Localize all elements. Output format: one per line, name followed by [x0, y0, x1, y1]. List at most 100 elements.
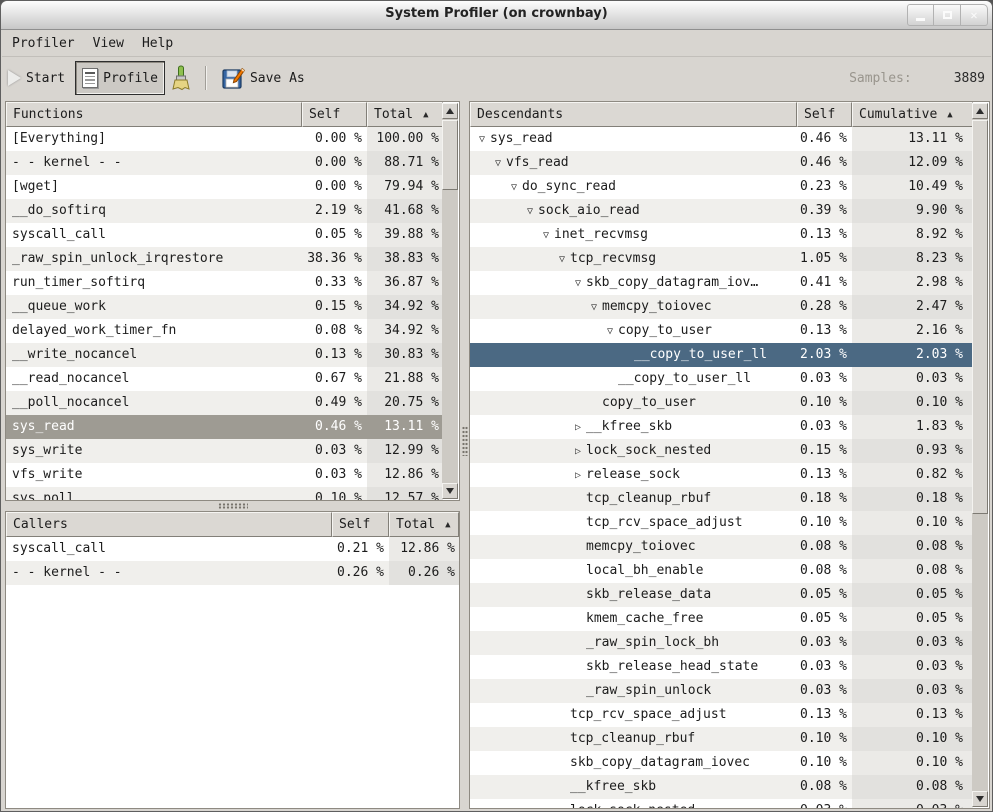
callers-column-header[interactable]: Callers [6, 512, 332, 537]
horizontal-pane-splitter[interactable] [460, 101, 469, 809]
table-row[interactable]: __poll_nocancel0.49 %20.75 % [6, 391, 443, 415]
tree-row[interactable]: __kfree_skb0.08 %0.08 % [470, 775, 973, 799]
tree-row[interactable]: memcpy_toiovec0.08 %0.08 % [470, 535, 973, 559]
table-row[interactable]: - - kernel - -0.00 %88.71 % [6, 151, 443, 175]
expander-open-icon[interactable]: ▽ [602, 320, 618, 343]
expander-closed-icon[interactable]: ▷ [570, 464, 586, 487]
table-row[interactable]: __write_nocancel0.13 %30.83 % [6, 343, 443, 367]
tree-row[interactable]: ▽memcpy_toiovec0.28 %2.47 % [470, 295, 973, 319]
tree-row[interactable]: skb_copy_datagram_iovec0.10 %0.10 % [470, 751, 973, 775]
cumulative-cell: 0.08 % [852, 535, 973, 559]
self-cell: 0.03 % [797, 799, 852, 808]
document-icon [82, 68, 98, 88]
expander-open-icon[interactable]: ▽ [490, 152, 506, 175]
menu-help[interactable]: Help [133, 33, 182, 54]
tree-row[interactable]: tcp_cleanup_rbuf0.10 %0.10 % [470, 727, 973, 751]
tree-row[interactable]: ▷release_sock0.13 %0.82 % [470, 463, 973, 487]
table-row[interactable]: syscall_call0.21 %12.86 % [6, 537, 459, 561]
descendants-column-header[interactable]: Descendants [470, 102, 797, 127]
tree-row[interactable]: ▽inet_recvmsg0.13 %8.92 % [470, 223, 973, 247]
expander-open-icon[interactable]: ▽ [506, 176, 522, 199]
table-row[interactable]: [Everything]0.00 %100.00 % [6, 127, 443, 151]
name-cell: _raw_spin_lock_bh [470, 631, 797, 655]
expander-open-icon[interactable]: ▽ [474, 128, 490, 151]
self-column-header[interactable]: Self [332, 512, 389, 537]
expander-closed-icon[interactable]: ▷ [570, 416, 586, 439]
start-button[interactable]: Start [2, 61, 71, 95]
functions-scrollbar[interactable] [442, 103, 458, 499]
table-row[interactable]: _raw_spin_unlock_irqrestore38.36 %38.83 … [6, 247, 443, 271]
tree-row[interactable]: ▽sys_read0.46 %13.11 % [470, 127, 973, 151]
table-row[interactable]: - - kernel - -0.26 %0.26 % [6, 561, 459, 585]
maximize-button[interactable] [934, 4, 961, 26]
table-row[interactable]: delayed_work_timer_fn0.08 %34.92 % [6, 319, 443, 343]
expander-closed-icon[interactable]: ▷ [570, 440, 586, 463]
titlebar[interactable]: System Profiler (on crownbay) ✕ [1, 1, 992, 30]
scroll-down-button[interactable] [972, 791, 988, 807]
tree-row[interactable]: ▷lock_sock_nested0.15 %0.93 % [470, 439, 973, 463]
self-cell: 0.21 % [332, 537, 389, 561]
scrollbar-thumb[interactable] [972, 120, 988, 514]
tree-row[interactable]: ▷__kfree_skb0.03 %1.83 % [470, 415, 973, 439]
vertical-pane-splitter[interactable] [5, 501, 460, 511]
tree-row[interactable]: tcp_rcv_space_adjust0.10 %0.10 % [470, 511, 973, 535]
table-row[interactable]: [wget]0.00 %79.94 % [6, 175, 443, 199]
name-cell: __kfree_skb [470, 775, 797, 799]
scroll-up-button[interactable] [972, 103, 988, 119]
tree-row[interactable]: ▽skb_copy_datagram_iov…0.41 %2.98 % [470, 271, 973, 295]
expander-open-icon[interactable]: ▽ [554, 248, 570, 271]
scroll-down-button[interactable] [442, 483, 458, 499]
close-button[interactable]: ✕ [961, 4, 988, 26]
functions-column-header[interactable]: Functions [6, 102, 302, 127]
tree-row[interactable]: kmem_cache_free0.05 %0.05 % [470, 607, 973, 631]
total-cell: 12.86 % [367, 463, 443, 487]
profile-toggle-button[interactable]: Profile [75, 61, 165, 95]
tree-row[interactable]: __copy_to_user_ll2.03 %2.03 % [470, 343, 973, 367]
tree-row[interactable]: local_bh_enable0.08 %0.08 % [470, 559, 973, 583]
tree-row[interactable]: _raw_spin_unlock0.03 %0.03 % [470, 679, 973, 703]
scroll-up-button[interactable] [442, 103, 458, 119]
tree-row[interactable]: lock_sock_nested0.03 %0.03 % [470, 799, 973, 808]
table-row[interactable]: __do_softirq2.19 %41.68 % [6, 199, 443, 223]
table-row[interactable]: __read_nocancel0.67 %21.88 % [6, 367, 443, 391]
minimize-button[interactable] [907, 4, 934, 26]
tree-row[interactable]: _raw_spin_lock_bh0.03 %0.03 % [470, 631, 973, 655]
menu-profiler[interactable]: Profiler [3, 33, 84, 54]
self-column-header[interactable]: Self [302, 102, 367, 127]
tree-row[interactable]: ▽tcp_recvmsg1.05 %8.23 % [470, 247, 973, 271]
tree-row[interactable]: __copy_to_user_ll0.03 %0.03 % [470, 367, 973, 391]
scrollbar-thumb[interactable] [442, 120, 458, 190]
tree-row[interactable]: tcp_cleanup_rbuf0.18 %0.18 % [470, 487, 973, 511]
table-row[interactable]: syscall_call0.05 %39.88 % [6, 223, 443, 247]
table-row[interactable]: run_timer_softirq0.33 %36.87 % [6, 271, 443, 295]
cumulative-cell: 12.09 % [852, 151, 973, 175]
tree-row[interactable]: ▽sock_aio_read0.39 %9.90 % [470, 199, 973, 223]
table-row[interactable]: vfs_write0.03 %12.86 % [6, 463, 443, 487]
tree-row[interactable]: ▽vfs_read0.46 %12.09 % [470, 151, 973, 175]
total-column-header[interactable]: Total▲ [367, 102, 443, 127]
expander-open-icon[interactable]: ▽ [538, 224, 554, 247]
name-cell: ▷__kfree_skb [470, 415, 797, 439]
self-column-header[interactable]: Self [797, 102, 852, 127]
cumulative-column-header[interactable]: Cumulative▲ [852, 102, 973, 127]
tree-row[interactable]: tcp_rcv_space_adjust0.13 %0.13 % [470, 703, 973, 727]
name-cell: kmem_cache_free [470, 607, 797, 631]
menu-view[interactable]: View [84, 33, 133, 54]
table-row[interactable]: sys_poll0.10 %12.57 % [6, 487, 443, 500]
table-row[interactable]: sys_write0.03 %12.99 % [6, 439, 443, 463]
descendants-scrollbar[interactable] [972, 103, 988, 807]
clear-button[interactable] [165, 61, 197, 95]
tree-row[interactable]: copy_to_user0.10 %0.10 % [470, 391, 973, 415]
table-row[interactable]: __queue_work0.15 %34.92 % [6, 295, 443, 319]
name-cell: local_bh_enable [470, 559, 797, 583]
tree-row[interactable]: skb_release_data0.05 %0.05 % [470, 583, 973, 607]
tree-row[interactable]: skb_release_head_state0.03 %0.03 % [470, 655, 973, 679]
expander-open-icon[interactable]: ▽ [522, 200, 538, 223]
expander-open-icon[interactable]: ▽ [570, 272, 586, 295]
tree-row[interactable]: ▽copy_to_user0.13 %2.16 % [470, 319, 973, 343]
expander-open-icon[interactable]: ▽ [586, 296, 602, 319]
total-column-header[interactable]: Total▲ [389, 512, 459, 537]
tree-row[interactable]: ▽do_sync_read0.23 %10.49 % [470, 175, 973, 199]
save-as-button[interactable]: Save As [215, 61, 311, 95]
table-row[interactable]: sys_read0.46 %13.11 % [6, 415, 443, 439]
